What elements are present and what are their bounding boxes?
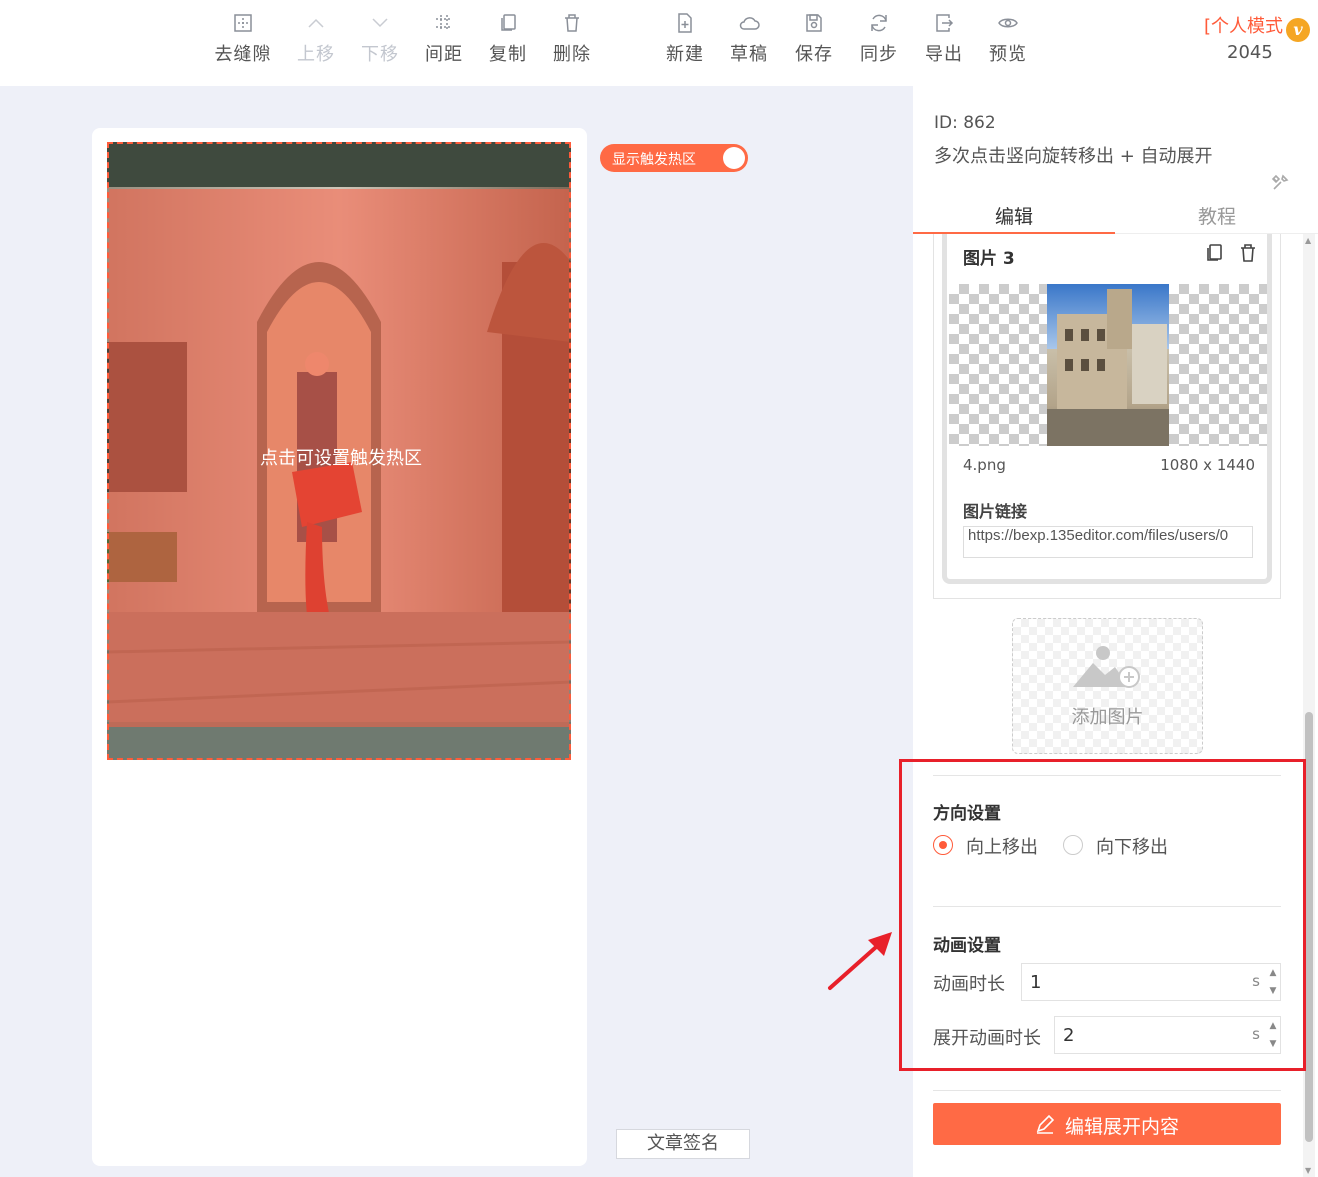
toolbar-button-move-up[interactable]: 上移 — [284, 10, 348, 70]
editor-canvas: 点击可设置触发热区 显示触发热区 文章签名 — [0, 86, 913, 1177]
hotzone-hint: 点击可设置触发热区 — [260, 448, 422, 469]
mode-label: [个人模式 — [1204, 16, 1284, 37]
toolbar-button-spacing[interactable]: 间距 — [412, 10, 476, 70]
mode-number: 2045 — [1227, 42, 1273, 63]
export-icon — [933, 12, 955, 34]
article-signature-button[interactable]: 文章签名 — [616, 1129, 750, 1159]
toolbar-button-draft[interactable]: 草稿 — [717, 10, 781, 70]
image-thumbnail — [1047, 284, 1169, 446]
article-paper: 点击可设置触发热区 — [92, 128, 587, 1166]
toolbar-button-new[interactable]: 新建 — [653, 10, 717, 70]
template-name: 多次点击竖向旋转移出 + 自动展开 — [934, 146, 1213, 167]
delete-image-icon[interactable] — [1237, 242, 1259, 264]
image-dimensions: 1080 x 1440 — [1160, 456, 1255, 474]
toolbar-button-copy[interactable]: 复制 — [476, 10, 540, 70]
add-image-icon — [1073, 646, 1140, 688]
template-id: ID: 862 — [934, 113, 996, 133]
pencil-icon — [1036, 1114, 1055, 1134]
tab-edit[interactable]: 编辑 — [995, 202, 1033, 229]
save-icon — [803, 12, 825, 34]
toolbar-button-remove-gap[interactable]: 去缝隙 — [211, 10, 275, 70]
copy-icon — [497, 12, 519, 34]
image-link-label: 图片链接 — [963, 502, 1028, 521]
cloud-icon — [738, 12, 760, 34]
new-file-icon — [674, 12, 696, 34]
top-toolbar: 去缝隙 上移 下移 间距 复制 删除 新建 草稿 保存 同步 导出 预览 [个人… — [0, 0, 1318, 86]
arrow-down-icon — [369, 12, 391, 34]
toolbar-button-preview[interactable]: 预览 — [976, 10, 1040, 70]
gap-remove-icon — [232, 12, 254, 34]
toggle-knob — [723, 147, 745, 169]
edit-expand-content-button[interactable]: 编辑展开内容 — [933, 1103, 1281, 1145]
arrow-up-icon — [305, 12, 327, 34]
toolbar-button-save[interactable]: 保存 — [782, 10, 846, 70]
editor-page: 去缝隙 上移 下移 间距 复制 删除 新建 草稿 保存 同步 导出 预览 [个人… — [0, 0, 1318, 1177]
image-link-input[interactable]: https://bexp.135editor.com/files/users/0 — [963, 526, 1253, 558]
annotation-arrow-icon — [828, 932, 892, 990]
panel-tabs: 编辑 教程 — [913, 190, 1318, 234]
section-divider — [933, 1090, 1281, 1091]
toolbar-button-export[interactable]: 导出 — [912, 10, 976, 70]
sync-icon — [868, 12, 890, 34]
scrollbar-thumb[interactable] — [1305, 712, 1313, 1142]
user-mode-indicator[interactable]: [个人模式 v 2045 — [1200, 10, 1312, 70]
trash-icon — [561, 12, 583, 34]
spacing-icon — [433, 12, 455, 34]
image-preview-area[interactable] — [949, 284, 1267, 446]
hotzone-frame[interactable]: 点击可设置触发热区 — [107, 142, 571, 760]
toolbar-button-delete[interactable]: 删除 — [540, 10, 604, 70]
image-card: 图片 3 4.png 1080 x 1440 图片链接 https://bexp… — [942, 234, 1272, 584]
image-card-title: 图片 3 — [963, 249, 1015, 269]
eye-icon — [997, 12, 1019, 34]
show-hotzone-toggle[interactable]: 显示触发热区 — [600, 144, 748, 172]
image-list: 图片 3 4.png 1080 x 1440 图片链接 https://bexp… — [933, 234, 1281, 599]
scroll-up-icon[interactable]: ▲ — [1305, 236, 1311, 245]
scroll-down-icon[interactable]: ▼ — [1305, 1166, 1311, 1175]
template-photo[interactable]: 点击可设置触发热区 — [107, 142, 571, 760]
tab-tutorial[interactable]: 教程 — [1198, 202, 1236, 229]
add-image-button[interactable]: 添加图片 — [1012, 618, 1203, 754]
vip-badge-icon: v — [1286, 18, 1310, 42]
toolbar-button-sync[interactable]: 同步 — [847, 10, 911, 70]
toolbar-button-move-down[interactable]: 下移 — [348, 10, 412, 70]
image-file-name: 4.png — [963, 456, 1006, 474]
annotation-highlight-box — [899, 759, 1306, 1071]
copy-image-icon[interactable] — [1203, 242, 1225, 264]
